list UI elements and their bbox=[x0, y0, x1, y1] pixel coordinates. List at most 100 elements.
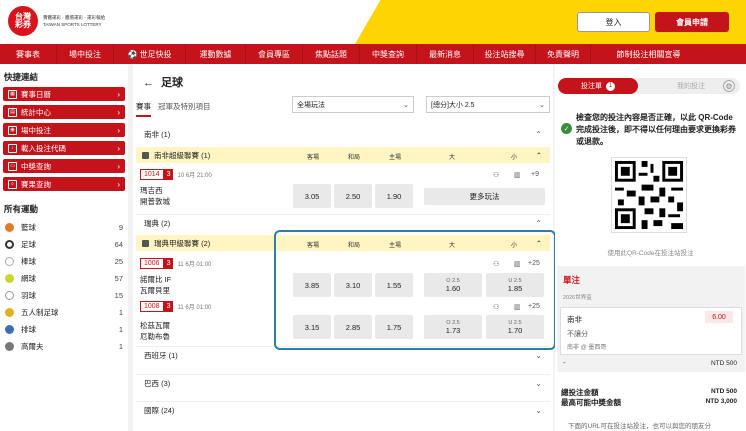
logo-mark: 台灣 彩券 bbox=[8, 6, 38, 36]
region-label: 國際 (24) bbox=[144, 406, 175, 415]
nav-item-store-search[interactable]: 投注站搜尋 bbox=[473, 44, 535, 64]
login-button[interactable]: 登入 bbox=[577, 12, 650, 32]
stake-amount[interactable]: NTD 500 bbox=[711, 360, 737, 367]
sport-item-volleyball[interactable]: 排球 1 bbox=[0, 321, 128, 338]
quick-link-stats[interactable]: ▤ 統計中心 › bbox=[3, 105, 125, 119]
back-arrow-icon[interactable]: ← bbox=[143, 77, 154, 89]
highlight-frame bbox=[274, 230, 556, 350]
odds-button-home[interactable]: 1.90 bbox=[375, 184, 413, 208]
quick-link-load-code[interactable]: ↓ 載入投注代碼 › bbox=[3, 141, 125, 155]
sport-name: 足球 bbox=[21, 240, 36, 249]
nav-item-live[interactable]: 場中投注 bbox=[56, 44, 113, 64]
quick-link-label: 賽事日曆 bbox=[21, 89, 51, 99]
nav-item-schedule[interactable]: 賽事表 bbox=[0, 44, 56, 64]
nav-item-worldcup[interactable]: ⚽ 世足快投 bbox=[113, 44, 185, 64]
more-markets-button[interactable]: 更多玩法 bbox=[424, 188, 545, 205]
match-id: 1006 3 11 6月 01:00 bbox=[140, 258, 211, 269]
max-win-value: NTD 3,000 bbox=[705, 398, 737, 405]
quick-link-results[interactable]: ⌕ 賽果查詢 › bbox=[3, 177, 125, 191]
total-stake-value: NTD 500 bbox=[710, 388, 737, 395]
team-name: 諾爾比 IF bbox=[140, 275, 172, 284]
nav-item-topics[interactable]: 焦點話題 bbox=[302, 44, 359, 64]
sport-item-basketball[interactable]: 籃球 9 bbox=[0, 219, 128, 236]
sidebar: 快捷連結 ▦ 賽事日曆 › ▤ 統計中心 › ◉ 場中投注 › ↓ 載入投注代碼 › ▭ 中獎查詢… bbox=[0, 64, 128, 431]
max-win-label: 最高可能中獎金額 bbox=[561, 398, 621, 407]
shuttlecock-icon bbox=[5, 291, 14, 300]
chevron-right-icon: › bbox=[117, 143, 120, 153]
chevron-right-icon: › bbox=[117, 161, 120, 171]
chevron-down-icon: ⌄ bbox=[535, 379, 542, 388]
sport-item-tennis[interactable]: 網球 57 bbox=[0, 270, 128, 287]
nav-item-member[interactable]: 會員專區 bbox=[245, 44, 302, 64]
calendar-icon: ▦ bbox=[8, 89, 17, 99]
quick-links-title: 快捷連結 bbox=[4, 72, 39, 82]
register-button[interactable]: 會員申請 bbox=[655, 12, 729, 32]
sport-item-golf[interactable]: 高爾夫 1 bbox=[0, 338, 128, 355]
sport-count: 9 bbox=[118, 223, 123, 232]
tab-outrights[interactable]: 冠軍及特別項目 bbox=[158, 101, 211, 112]
quick-link-live[interactable]: ◉ 場中投注 › bbox=[3, 123, 125, 137]
match-code: 1006 bbox=[140, 258, 164, 269]
market-select-value: 全場玩法 bbox=[297, 101, 325, 109]
team-name: 瑪吉西 bbox=[140, 186, 163, 195]
sport-item-badminton[interactable]: 羽球 15 bbox=[0, 287, 128, 304]
ticket-icon: ▭ bbox=[8, 161, 17, 171]
league-label: 瑞典甲級聯賽 (2) bbox=[154, 238, 211, 248]
sport-name: 羽球 bbox=[21, 291, 36, 300]
nav-item-stats[interactable]: 運動數據 bbox=[185, 44, 245, 64]
chevron-right-icon: › bbox=[117, 107, 120, 117]
quick-link-calendar[interactable]: ▦ 賽事日曆 › bbox=[3, 87, 125, 101]
pick-match: 南非 @ 墨西哥 bbox=[567, 345, 607, 351]
site-logo[interactable]: 台灣 彩券 實體運彩 · 體壇運彩 · 運彩報給 TAIWAN SPORTS LO… bbox=[8, 6, 105, 36]
futsal-icon bbox=[5, 308, 14, 317]
sport-item-football[interactable]: 足球 64 bbox=[0, 236, 128, 253]
page-title: ← 足球 bbox=[143, 74, 183, 90]
volleyball-icon bbox=[5, 325, 14, 334]
qr-caption: 使用此QR-Code在投注站投注 bbox=[607, 250, 694, 257]
region-brazil[interactable]: 巴西 (3) ⌄ bbox=[136, 374, 550, 392]
team-name: 瓦爾貝里 bbox=[140, 286, 170, 295]
nav-item-disclaimer[interactable]: 免責聲明 bbox=[535, 44, 590, 64]
line-select[interactable]: [總分]大小 2.5 ⌄ bbox=[426, 96, 550, 113]
col-header-home: 主場 bbox=[388, 155, 401, 161]
search-icon: ⌕ bbox=[8, 179, 17, 189]
chart-icon[interactable]: ▥ bbox=[514, 171, 521, 179]
sport-item-futsal[interactable]: 五人制足球 1 bbox=[0, 304, 128, 321]
stats-icon[interactable]: ⚇ bbox=[493, 171, 499, 179]
sport-count: 1 bbox=[118, 342, 123, 351]
market-select[interactable]: 全場玩法 ⌄ bbox=[292, 96, 414, 113]
live-icon: ◉ bbox=[8, 125, 17, 135]
sport-item-baseball[interactable]: 棒球 25 bbox=[0, 253, 128, 270]
basketball-icon bbox=[5, 223, 14, 232]
all-sports-title: 所有運動 bbox=[4, 204, 39, 214]
bet-selection-card[interactable]: 南非 6.00 不讓分 南非 @ 墨西哥 bbox=[560, 307, 742, 355]
tab-bet-slip[interactable]: 投注單 1 bbox=[558, 78, 638, 94]
stake-input-handle[interactable]: - bbox=[563, 358, 566, 367]
nav-item-prize[interactable]: 中獎查詢 bbox=[359, 44, 416, 64]
chevron-up-icon: ⌃ bbox=[535, 219, 542, 228]
region-international[interactable]: 國際 (24) ⌄ bbox=[136, 401, 550, 419]
download-icon: ↓ bbox=[8, 143, 17, 153]
nav-item-news[interactable]: 最新消息 bbox=[416, 44, 473, 64]
region-south-africa[interactable]: 南非 (1) ⌃ bbox=[136, 125, 550, 143]
tab-matches[interactable]: 賽事 bbox=[136, 101, 151, 117]
region-label: 巴西 (3) bbox=[144, 379, 171, 388]
chevron-up-icon: ⌃ bbox=[535, 129, 542, 139]
golf-icon bbox=[5, 342, 14, 351]
line-select-value: [總分]大小 2.5 bbox=[431, 101, 475, 109]
chart-icon: ▤ bbox=[8, 107, 17, 117]
odds-button-draw[interactable]: 2.50 bbox=[334, 184, 372, 208]
more-markets-count[interactable]: +9 bbox=[531, 171, 539, 178]
match-pass-count: 3 bbox=[163, 169, 174, 180]
bet-count-badge: 1 bbox=[606, 81, 615, 91]
sport-count: 57 bbox=[114, 274, 123, 283]
nav-item-responsible[interactable]: 節制投注相關宣導 bbox=[590, 44, 706, 64]
chevron-down-icon: ⌄ bbox=[539, 101, 545, 109]
pick-price: 6.00 bbox=[705, 311, 733, 323]
match-code: 1008 bbox=[140, 301, 164, 312]
chevron-right-icon: › bbox=[117, 125, 120, 135]
match-time: 11 6月 01:00 bbox=[177, 305, 212, 311]
odds-button-away[interactable]: 3.05 bbox=[293, 184, 331, 208]
gear-icon[interactable]: ⚙ bbox=[723, 80, 735, 92]
quick-link-prize[interactable]: ▭ 中獎查詢 › bbox=[3, 159, 125, 173]
